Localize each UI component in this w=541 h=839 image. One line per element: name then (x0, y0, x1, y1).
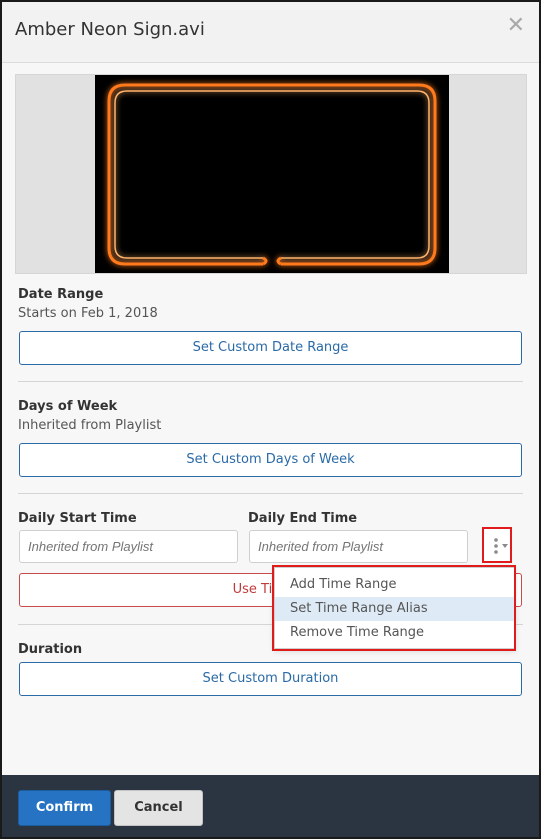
video-thumbnail (95, 75, 449, 273)
days-of-week-value: Inherited from Playlist (18, 418, 162, 433)
more-vertical-icon (494, 538, 508, 554)
set-custom-date-range-button[interactable]: Set Custom Date Range (19, 331, 522, 365)
video-preview (15, 74, 527, 274)
cancel-button[interactable]: Cancel (114, 790, 203, 826)
date-range-label: Date Range (18, 287, 104, 302)
menu-highlight-box (272, 565, 516, 651)
dialog-title: Amber Neon Sign.avi (15, 19, 205, 40)
dialog-footer: Confirm Cancel (2, 775, 539, 837)
duration-label: Duration (18, 642, 83, 657)
date-range-value: Starts on Feb 1, 2018 (18, 306, 158, 321)
days-of-week-label: Days of Week (18, 399, 118, 414)
more-options-button[interactable] (482, 527, 512, 563)
neon-sign-image (107, 83, 437, 266)
dialog: Amber Neon Sign.avi ✕ Date Range Starts … (0, 0, 541, 839)
daily-start-time-input[interactable] (19, 530, 238, 563)
dialog-header: Amber Neon Sign.avi ✕ (2, 2, 539, 63)
divider (18, 381, 523, 382)
confirm-button[interactable]: Confirm (18, 790, 111, 826)
daily-start-time-label: Daily Start Time (18, 511, 137, 526)
set-custom-duration-button[interactable]: Set Custom Duration (19, 662, 522, 696)
close-icon[interactable]: ✕ (507, 15, 525, 37)
daily-end-time-label: Daily End Time (248, 511, 358, 526)
set-custom-days-of-week-button[interactable]: Set Custom Days of Week (19, 443, 522, 477)
divider (18, 493, 523, 494)
daily-end-time-input[interactable] (249, 530, 468, 563)
